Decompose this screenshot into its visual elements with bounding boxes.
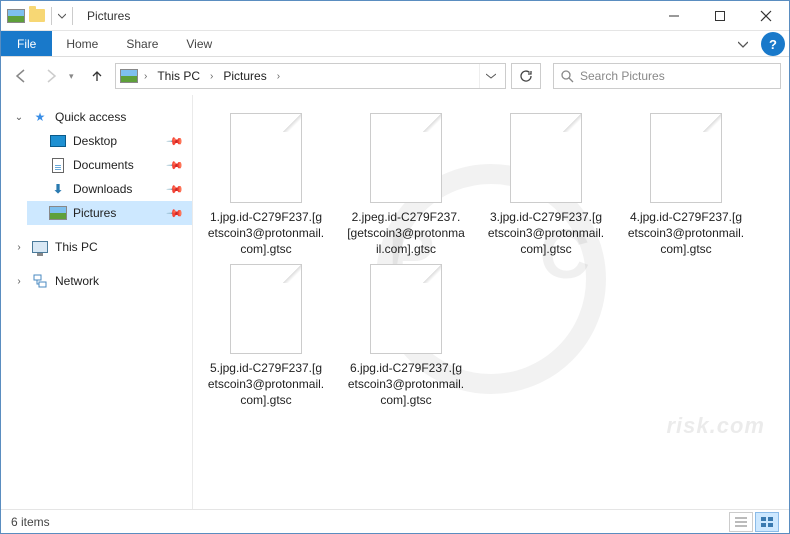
file-tab[interactable]: File: [1, 31, 52, 56]
sidebar-this-pc[interactable]: › This PC: [9, 235, 192, 259]
file-name: 1.jpg.id-C279F237.[getscoin3@protonmail.…: [205, 209, 327, 258]
tab-view[interactable]: View: [172, 31, 226, 56]
item-count: 6 items: [11, 515, 50, 529]
search-placeholder: Search Pictures: [580, 69, 665, 83]
sidebar-item-desktop[interactable]: Desktop 📌: [27, 129, 192, 153]
watermark-text: risk.com: [667, 413, 766, 439]
file-icon: [370, 264, 442, 354]
file-name: 3.jpg.id-C279F237.[getscoin3@protonmail.…: [485, 209, 607, 258]
sidebar-item-label: Pictures: [73, 206, 116, 220]
back-button[interactable]: [9, 64, 33, 88]
up-button[interactable]: [85, 64, 109, 88]
pin-icon: 📌: [166, 156, 185, 175]
search-box[interactable]: Search Pictures: [553, 63, 781, 89]
network-icon: [31, 273, 49, 289]
separator: [72, 7, 73, 25]
tab-home[interactable]: Home: [52, 31, 112, 56]
folder-icon[interactable]: [29, 9, 45, 22]
ribbon: File Home Share View ?: [1, 31, 789, 57]
file-item[interactable]: 1.jpg.id-C279F237.[getscoin3@protonmail.…: [205, 113, 327, 258]
pictures-icon: [49, 206, 67, 220]
expand-icon[interactable]: ›: [13, 242, 25, 253]
status-bar: 6 items: [1, 509, 789, 533]
pictures-location-icon: [120, 69, 138, 83]
sidebar-label: This PC: [55, 240, 98, 254]
sidebar-item-label: Desktop: [73, 134, 117, 148]
refresh-button[interactable]: [511, 63, 541, 89]
forward-button[interactable]: [39, 64, 63, 88]
file-icon: [230, 113, 302, 203]
window-controls: [651, 1, 789, 31]
view-large-icons-button[interactable]: [755, 512, 779, 532]
chevron-right-icon[interactable]: ›: [275, 71, 282, 82]
sidebar-item-label: Downloads: [73, 182, 132, 196]
ribbon-expand-icon[interactable]: [729, 31, 757, 56]
navigation-pane: ⌄ ★ Quick access Desktop 📌 Documents 📌 ⬇: [1, 95, 193, 509]
sidebar-item-documents[interactable]: Documents 📌: [27, 153, 192, 177]
breadcrumb-pictures[interactable]: Pictures: [219, 69, 270, 83]
file-name: 6.jpg.id-C279F237.[getscoin3@protonmail.…: [345, 360, 467, 409]
file-icon: [230, 264, 302, 354]
sidebar-network[interactable]: › Network: [9, 269, 192, 293]
history-dropdown-icon[interactable]: ▾: [69, 71, 79, 82]
sidebar-item-downloads[interactable]: ⬇ Downloads 📌: [27, 177, 192, 201]
help-button[interactable]: ?: [761, 32, 785, 56]
sidebar-quick-access[interactable]: ⌄ ★ Quick access: [9, 105, 192, 129]
titlebar: Pictures: [1, 1, 789, 31]
nav-row: ▾ › This PC › Pictures › Search Pictures: [1, 57, 789, 95]
file-item[interactable]: 4.jpg.id-C279F237.[getscoin3@protonmail.…: [625, 113, 747, 258]
address-bar[interactable]: › This PC › Pictures ›: [115, 63, 506, 89]
minimize-button[interactable]: [651, 1, 697, 31]
sidebar-label: Network: [55, 274, 99, 288]
file-icon: [510, 113, 582, 203]
pin-icon: 📌: [166, 180, 185, 199]
view-details-button[interactable]: [729, 512, 753, 532]
pin-icon: 📌: [166, 132, 185, 151]
window-title: Pictures: [87, 9, 130, 23]
file-list[interactable]: PC risk.com 1.jpg.id-C279F237.[getscoin3…: [193, 95, 789, 509]
expand-icon[interactable]: ›: [13, 276, 25, 287]
file-icon: [650, 113, 722, 203]
qat-dropdown-icon[interactable]: [58, 12, 66, 20]
pc-icon: [32, 241, 48, 253]
file-name: 4.jpg.id-C279F237.[getscoin3@protonmail.…: [625, 209, 747, 258]
breadcrumb-thispc[interactable]: This PC: [153, 69, 204, 83]
collapse-icon[interactable]: ⌄: [13, 112, 25, 123]
address-dropdown-icon[interactable]: [479, 64, 501, 88]
maximize-button[interactable]: [697, 1, 743, 31]
tab-share[interactable]: Share: [112, 31, 172, 56]
file-name: 2.jpeg.id-C279F237.[getscoin3@protonmail…: [345, 209, 467, 258]
downloads-icon: ⬇: [49, 181, 67, 197]
file-name: 5.jpg.id-C279F237.[getscoin3@protonmail.…: [205, 360, 327, 409]
chevron-right-icon[interactable]: ›: [208, 71, 215, 82]
pin-icon: 📌: [166, 204, 185, 223]
file-item[interactable]: 2.jpeg.id-C279F237.[getscoin3@protonmail…: [345, 113, 467, 258]
file-item[interactable]: 5.jpg.id-C279F237.[getscoin3@protonmail.…: [205, 264, 327, 409]
file-item[interactable]: 6.jpg.id-C279F237.[getscoin3@protonmail.…: [345, 264, 467, 409]
file-icon: [370, 113, 442, 203]
separator: [51, 7, 52, 25]
close-button[interactable]: [743, 1, 789, 31]
sidebar-label: Quick access: [55, 110, 126, 124]
star-icon: ★: [31, 109, 49, 125]
search-icon: [560, 69, 574, 83]
explorer-app-icon[interactable]: [7, 9, 25, 23]
chevron-right-icon[interactable]: ›: [142, 71, 149, 82]
document-icon: [52, 158, 64, 173]
quick-access-toolbar: [1, 7, 81, 25]
desktop-icon: [50, 135, 66, 147]
sidebar-item-pictures[interactable]: Pictures 📌: [27, 201, 192, 225]
file-item[interactable]: 3.jpg.id-C279F237.[getscoin3@protonmail.…: [485, 113, 607, 258]
sidebar-item-label: Documents: [73, 158, 134, 172]
